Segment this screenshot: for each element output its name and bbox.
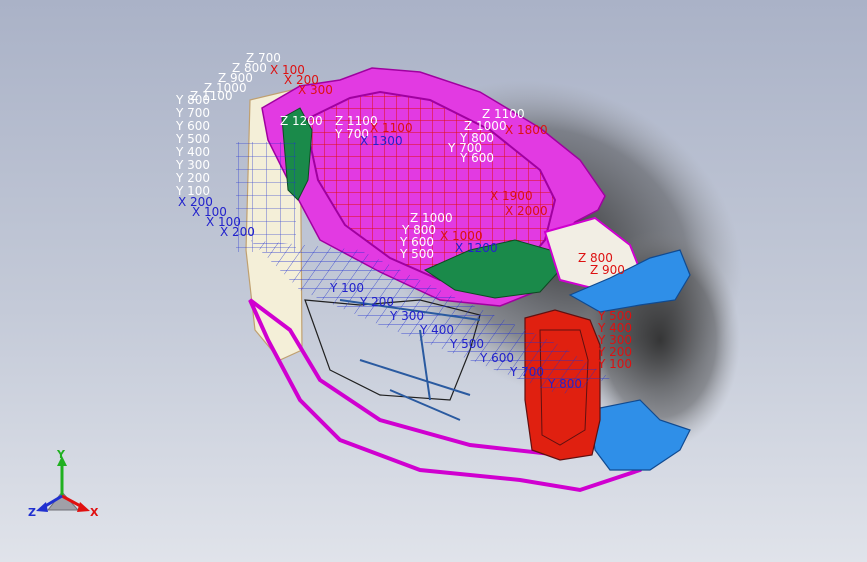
- z-tag-1100: Z 1100: [190, 89, 233, 103]
- right-y-600: Y 600: [459, 151, 494, 165]
- right-x-1800: X 1800: [505, 123, 548, 137]
- center-x-1300: X 1300: [360, 134, 403, 148]
- bottom-y-700: Y 700: [509, 365, 544, 379]
- triad-z-label: Z: [28, 506, 36, 519]
- cad-model-viewport[interactable]: Y 800 Y 700 Y 600 Y 500 Y 400 Y 300 Y 20…: [0, 0, 867, 562]
- x-tag-top-3: X 300: [298, 83, 333, 97]
- triad-x-label: X: [90, 506, 99, 519]
- triad-y-label: Y: [56, 448, 66, 461]
- center-y-500: Y 500: [399, 247, 434, 261]
- y-tick-600: Y 600: [175, 119, 210, 133]
- right-z-900: Z 900: [590, 263, 625, 277]
- bottom-y-100: Y 100: [329, 281, 364, 295]
- y-tick-700: Y 700: [175, 106, 210, 120]
- left-grid-x-red: X 100 X 200 X 300: [270, 63, 333, 97]
- center-z-1200: Z 1200: [280, 114, 323, 128]
- center-x-1200: X 1200: [455, 241, 498, 255]
- bottom-y-600: Y 600: [479, 351, 514, 365]
- y-tick-300: Y 300: [175, 158, 210, 172]
- bottom-y-800: Y 800: [547, 377, 582, 391]
- y-tick-400: Y 400: [175, 145, 210, 159]
- right-y-100: Y 100: [597, 357, 632, 371]
- right-x-2000: X 2000: [505, 204, 548, 218]
- bottom-y-300: Y 300: [389, 309, 424, 323]
- x-tag-bottom-4: X 200: [220, 225, 255, 239]
- bottom-y-500: Y 500: [449, 337, 484, 351]
- center-x-1100: X 1100: [370, 121, 413, 135]
- y-tick-200: Y 200: [175, 171, 210, 185]
- bottom-y-200: Y 200: [359, 295, 394, 309]
- triad-x-arrow: [77, 502, 90, 512]
- right-x-1900: X 1900: [490, 189, 533, 203]
- y-tick-500: Y 500: [175, 132, 210, 146]
- orientation-triad[interactable]: Y X Z: [28, 448, 99, 519]
- triad-z-arrow: [36, 502, 48, 512]
- bottom-y-400: Y 400: [419, 323, 454, 337]
